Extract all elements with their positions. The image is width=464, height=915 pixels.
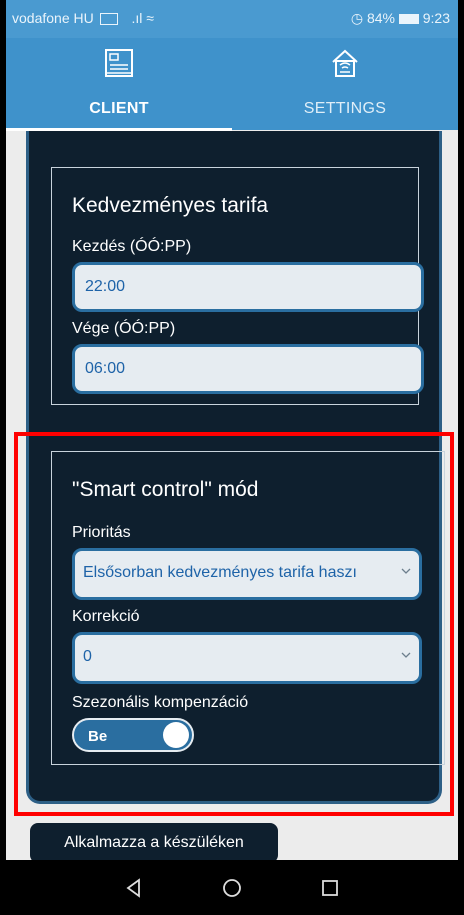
home-icon[interactable] (222, 878, 242, 898)
app-screen: vodafone HU .ıl ≈ ◷ 84% 9:23 CLIENT SETT… (6, 0, 458, 915)
client-panel-icon (105, 49, 133, 77)
tab-client[interactable]: CLIENT (6, 38, 232, 130)
alarm-icon: ◷ (350, 10, 364, 26)
tab-bar: CLIENT SETTINGS (6, 38, 458, 131)
carrier-label: vodafone HU .ıl ≈ (12, 10, 154, 26)
tab-settings[interactable]: SETTINGS (232, 38, 458, 130)
tariff-card-title: Kedvezményes tarifa (72, 194, 269, 217)
end-time-input[interactable]: 06:00 (72, 344, 424, 394)
end-time-label: Vége (ÓÓ:PP) (72, 320, 176, 337)
wifi-icon: ≈ (146, 10, 154, 26)
tariff-card: Kedvezményes tarifa Kezdés (ÓÓ:PP) 22:00… (51, 167, 424, 405)
highlight-box (14, 432, 454, 816)
tab-settings-label: SETTINGS (303, 100, 387, 117)
apply-button[interactable]: Alkalmazza a készüléken (30, 823, 278, 863)
start-time-input[interactable]: 22:00 (72, 262, 424, 312)
status-right: ◷ 84% 9:23 (350, 10, 450, 26)
signal-icon: .ıl (131, 10, 143, 26)
battery-icon (398, 14, 419, 25)
start-time-label: Kezdés (ÓÓ:PP) (72, 238, 192, 255)
nav-bar (6, 860, 458, 915)
status-bar: vodafone HU .ıl ≈ ◷ 84% 9:23 (6, 0, 458, 38)
volte-icon (99, 13, 118, 26)
home-wifi-icon (332, 49, 358, 77)
recents-icon[interactable] (320, 878, 340, 898)
back-icon[interactable] (124, 878, 144, 898)
tab-client-label: CLIENT (89, 100, 149, 117)
